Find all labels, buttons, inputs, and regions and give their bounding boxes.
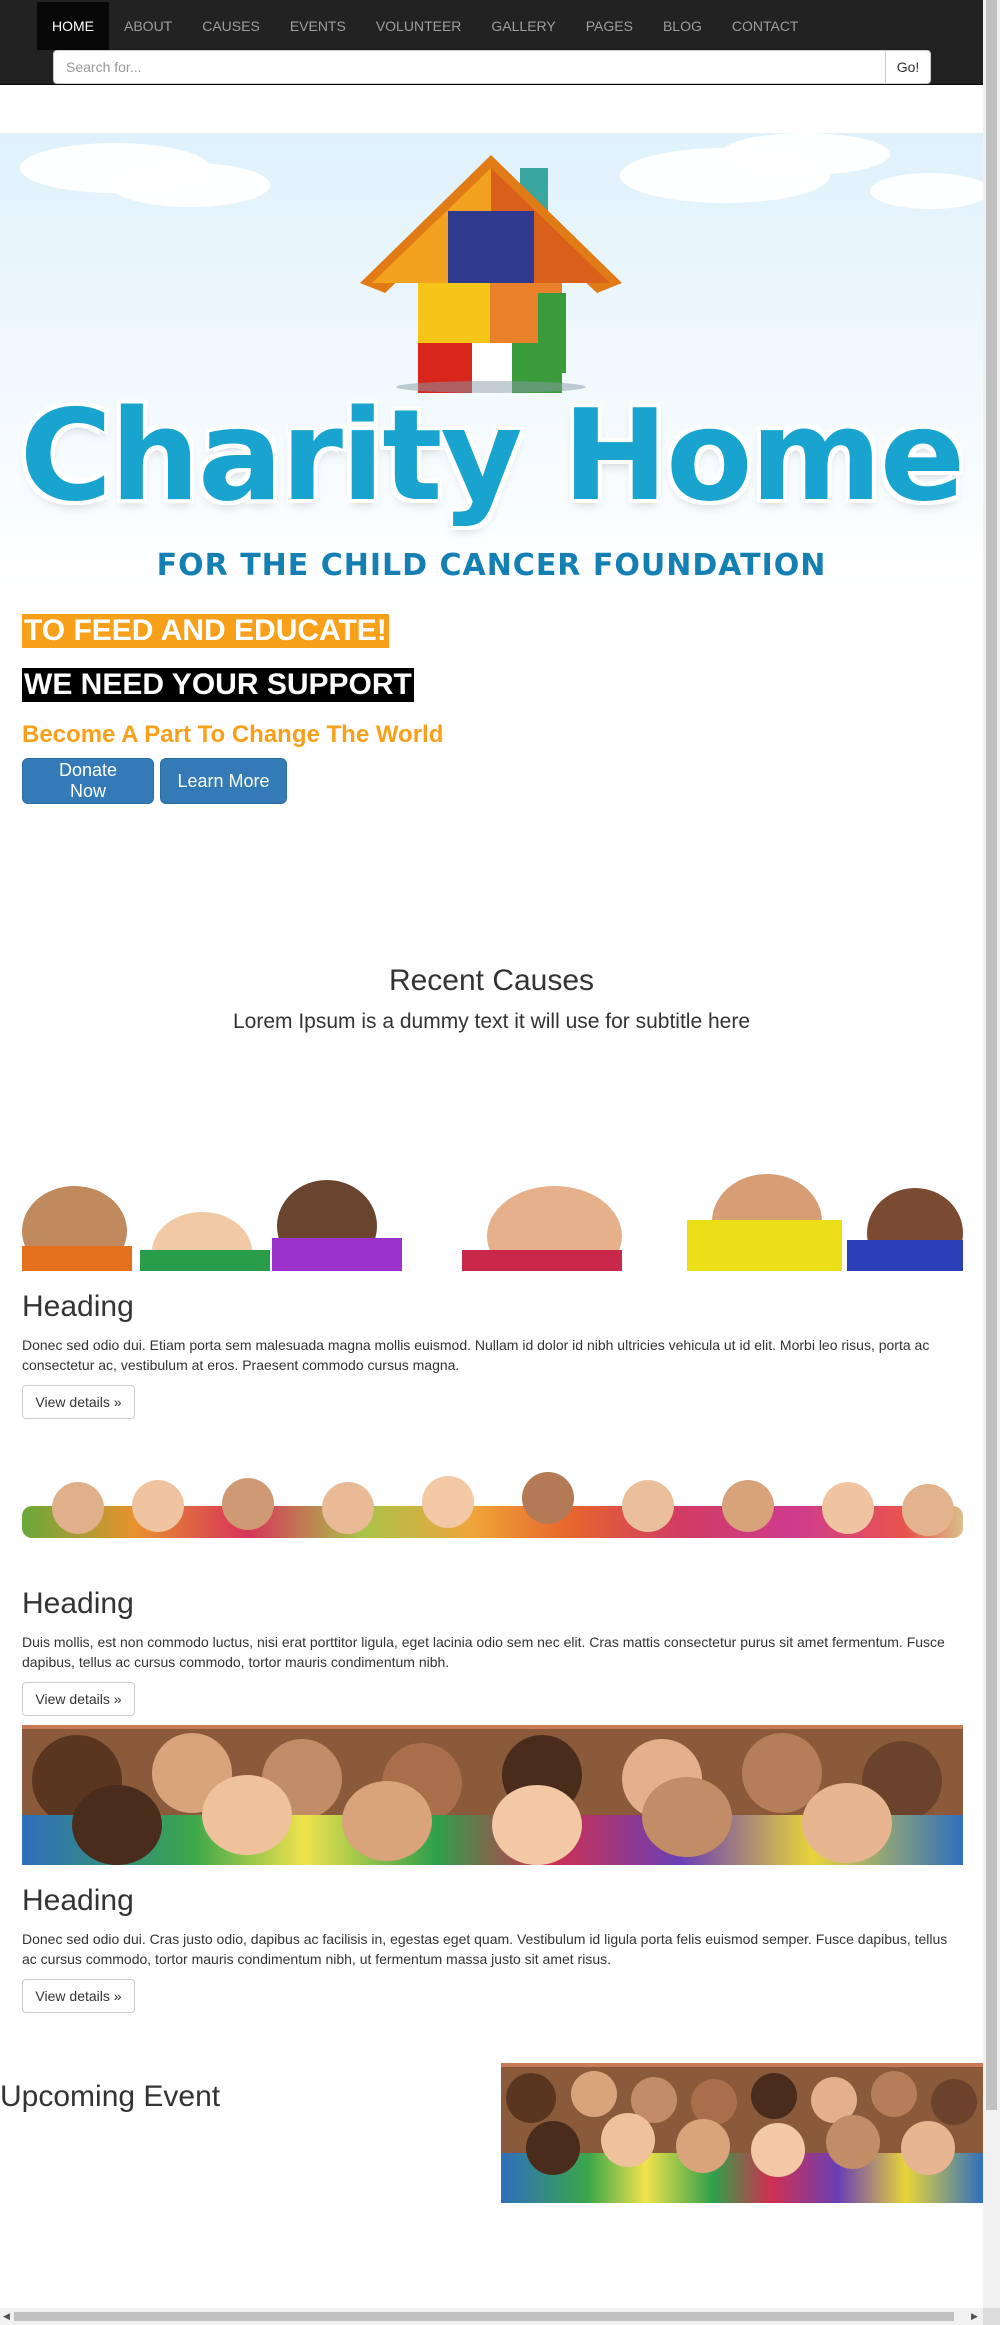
event-image	[501, 2063, 983, 2203]
logo-title: Charity Home	[19, 382, 966, 529]
nav-item-about[interactable]: ABOUT	[109, 2, 187, 50]
view-details-button-1[interactable]: View details »	[22, 1385, 135, 1419]
cause-image-1	[22, 1170, 963, 1271]
cause-image-3	[22, 1725, 963, 1865]
headline-feed-educate: TO FEED AND EDUCATE!	[22, 614, 389, 648]
cause-heading-1: Heading	[22, 1290, 134, 1323]
nav-item-blog[interactable]: BLOG	[648, 2, 717, 50]
search-go-button[interactable]: Go!	[885, 50, 931, 84]
vertical-scrollbar[interactable]	[983, 0, 1000, 2308]
cause-heading-2: Heading	[22, 1587, 134, 1620]
nav-item-pages[interactable]: PAGES	[571, 2, 648, 50]
nav-item-volunteer[interactable]: VOLUNTEER	[361, 2, 477, 50]
scroll-left-arrow-icon[interactable]: ◀	[3, 2311, 10, 2322]
puzzle-house-logo-icon	[360, 155, 622, 393]
tagline: Become A Part To Change The World	[22, 721, 444, 748]
scroll-right-arrow-icon[interactable]: ▶	[971, 2311, 978, 2322]
logo-subtitle: FOR THE CHILD CANCER FOUNDATION	[156, 548, 827, 583]
recent-causes-subtitle: Lorem Ipsum is a dummy text it will use …	[232, 1010, 751, 1033]
learn-more-button[interactable]: Learn More	[160, 758, 287, 804]
search-input[interactable]	[53, 50, 885, 84]
horizontal-scrollbar[interactable]: ◀ ▶	[0, 2308, 983, 2325]
nav-item-causes[interactable]: CAUSES	[187, 2, 275, 50]
search-bar: Go!	[53, 50, 931, 84]
cause-heading-3: Heading	[22, 1884, 134, 1917]
donate-now-button[interactable]: Donate Now	[22, 758, 154, 804]
recent-causes-title: Recent Causes	[388, 964, 595, 997]
headline-need-support: WE NEED YOUR SUPPORT	[22, 668, 414, 702]
view-details-button-3[interactable]: View details »	[22, 1979, 135, 2013]
cause-text-2: Duis mollis, est non commodo luctus, nis…	[22, 1634, 945, 1670]
scrollbar-corner	[983, 2308, 1000, 2325]
vertical-scrollbar-thumb[interactable]	[986, 0, 997, 2110]
horizontal-scrollbar-thumb[interactable]	[14, 2312, 954, 2321]
nav-item-events[interactable]: EVENTS	[275, 2, 361, 50]
nav-item-gallery[interactable]: GALLERY	[476, 2, 570, 50]
upcoming-event-title: Upcoming Event	[0, 2080, 221, 2113]
cause-text-3: Donec sed odio dui. Cras justo odio, dap…	[22, 1931, 948, 1967]
hero-banner: Charity Home FOR THE CHILD CANCER FOUNDA…	[0, 133, 983, 588]
nav-item-home[interactable]: HOME	[37, 2, 109, 50]
nav-menu: HOME ABOUT CAUSES EVENTS VOLUNTEER GALLE…	[37, 2, 813, 50]
cause-image-2	[22, 1470, 963, 1542]
nav-item-contact[interactable]: CONTACT	[717, 2, 814, 50]
top-navbar: HOME ABOUT CAUSES EVENTS VOLUNTEER GALLE…	[0, 0, 983, 85]
cause-text-1: Donec sed odio dui. Etiam porta sem male…	[22, 1337, 930, 1373]
view-details-button-2[interactable]: View details »	[22, 1682, 135, 1716]
